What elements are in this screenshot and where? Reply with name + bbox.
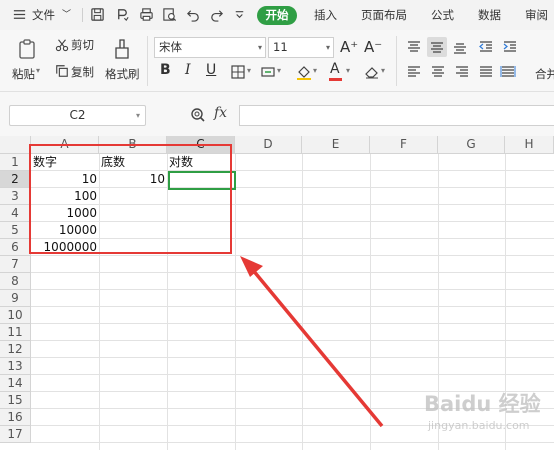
name-box[interactable]: C2 ▾ <box>9 105 146 126</box>
tab-home[interactable]: 开始 <box>257 6 297 25</box>
name-box-chevron-down-icon[interactable]: ▾ <box>136 106 140 125</box>
font-size-select[interactable]: 11 ▾ <box>268 37 334 58</box>
tab-data[interactable]: 数据 <box>478 0 501 30</box>
borders-chevron-down-icon[interactable]: ▾ <box>247 66 251 75</box>
align-right-icon[interactable] <box>454 64 470 80</box>
font-size-value: 11 <box>273 40 288 54</box>
print-icon[interactable] <box>139 7 154 22</box>
fill-color-icon[interactable] <box>296 64 312 80</box>
merge-cells-button[interactable]: 合并 <box>535 66 554 82</box>
export-pdf-icon[interactable] <box>115 7 130 22</box>
align-left-icon[interactable] <box>406 64 422 80</box>
copy-icon[interactable] <box>55 64 69 78</box>
redo-icon[interactable] <box>209 7 224 22</box>
align-middle-icon[interactable] <box>427 37 447 57</box>
distributed-align-icon[interactable] <box>500 64 516 80</box>
align-center-icon[interactable] <box>430 64 446 80</box>
baidu-watermark-url: jingyan.baidu.com <box>428 419 530 432</box>
tab-review[interactable]: 审阅 <box>525 0 548 30</box>
print-preview-icon[interactable] <box>162 7 177 22</box>
zoom-search-icon[interactable] <box>190 107 206 123</box>
ribbon-divider <box>147 36 148 86</box>
insert-function-button[interactable]: fx <box>214 105 227 121</box>
underline-button[interactable]: U <box>206 62 216 78</box>
increase-indent-icon[interactable] <box>502 39 518 55</box>
tab-insert[interactable]: 插入 <box>314 0 337 30</box>
save-icon[interactable] <box>90 7 105 22</box>
font-name-select[interactable]: 宋体 ▾ <box>154 37 266 58</box>
tab-formulas[interactable]: 公式 <box>431 0 454 30</box>
font-name-value: 宋体 <box>159 40 182 54</box>
justify-icon[interactable] <box>478 64 494 80</box>
spreadsheet-grid: A B C D E F G H 1 2 3 4 5 6 7 8 9 10 11 … <box>0 136 554 450</box>
quick-access-more-icon[interactable] <box>232 7 247 22</box>
formula-input[interactable] <box>239 105 554 126</box>
paste-chevron-down-icon[interactable]: ▾ <box>36 66 40 75</box>
formula-bar: C2 ▾ fx <box>0 92 554 136</box>
undo-icon[interactable] <box>186 7 201 22</box>
clear-format-eraser-icon[interactable] <box>364 64 380 80</box>
align-top-icon[interactable] <box>406 39 422 55</box>
font-color-chevron-down-icon[interactable]: ▾ <box>346 66 350 75</box>
font-name-chevron-down-icon[interactable]: ▾ <box>258 38 262 57</box>
font-size-chevron-down-icon[interactable]: ▾ <box>326 38 330 57</box>
italic-button[interactable]: I <box>185 62 191 78</box>
clear-format-chevron-down-icon[interactable]: ▾ <box>381 66 385 75</box>
cell-style-chevron-down-icon[interactable]: ▾ <box>277 66 281 75</box>
menu-divider <box>82 8 83 22</box>
paste-button[interactable]: 粘贴 <box>12 66 35 82</box>
ribbon-toolbar: 粘贴 ▾ 剪切 复制 格式刷 宋体 ▾ 11 ▾ A⁺ A⁻ B I U ▾ ▾… <box>0 30 554 92</box>
cell-style-icon[interactable] <box>260 64 276 80</box>
font-color-button[interactable]: A <box>330 61 340 77</box>
baidu-watermark: Baidu 经验 <box>424 392 541 416</box>
name-box-value: C2 <box>69 108 86 122</box>
fill-color-chevron-down-icon[interactable]: ▾ <box>313 66 317 75</box>
paste-icon[interactable] <box>17 38 39 60</box>
bold-button[interactable]: B <box>160 62 171 78</box>
borders-icon[interactable] <box>230 64 246 80</box>
cut-button[interactable]: 剪切 <box>71 37 94 53</box>
decrease-font-size-button[interactable]: A⁻ <box>364 38 382 56</box>
tab-page-layout[interactable]: 页面布局 <box>361 0 407 30</box>
format-painter-button[interactable]: 格式刷 <box>105 66 140 82</box>
align-bottom-icon[interactable] <box>452 39 468 55</box>
file-menu[interactable]: 文件 <box>32 0 55 30</box>
file-menu-chevron-down-icon[interactable]: ﹀ <box>62 0 71 30</box>
hamburger-menu-icon[interactable] <box>12 7 27 22</box>
copy-button[interactable]: 复制 <box>71 64 94 80</box>
decrease-indent-icon[interactable] <box>478 39 494 55</box>
format-painter-icon[interactable] <box>112 38 132 60</box>
cut-icon[interactable] <box>55 38 69 52</box>
font-color-swatch <box>329 78 342 81</box>
ribbon-divider <box>396 36 397 86</box>
increase-font-size-button[interactable]: A⁺ <box>340 38 358 56</box>
menu-bar: 文件 ﹀ 开始 插入 页面布局 公式 数据 审阅 <box>0 0 554 30</box>
